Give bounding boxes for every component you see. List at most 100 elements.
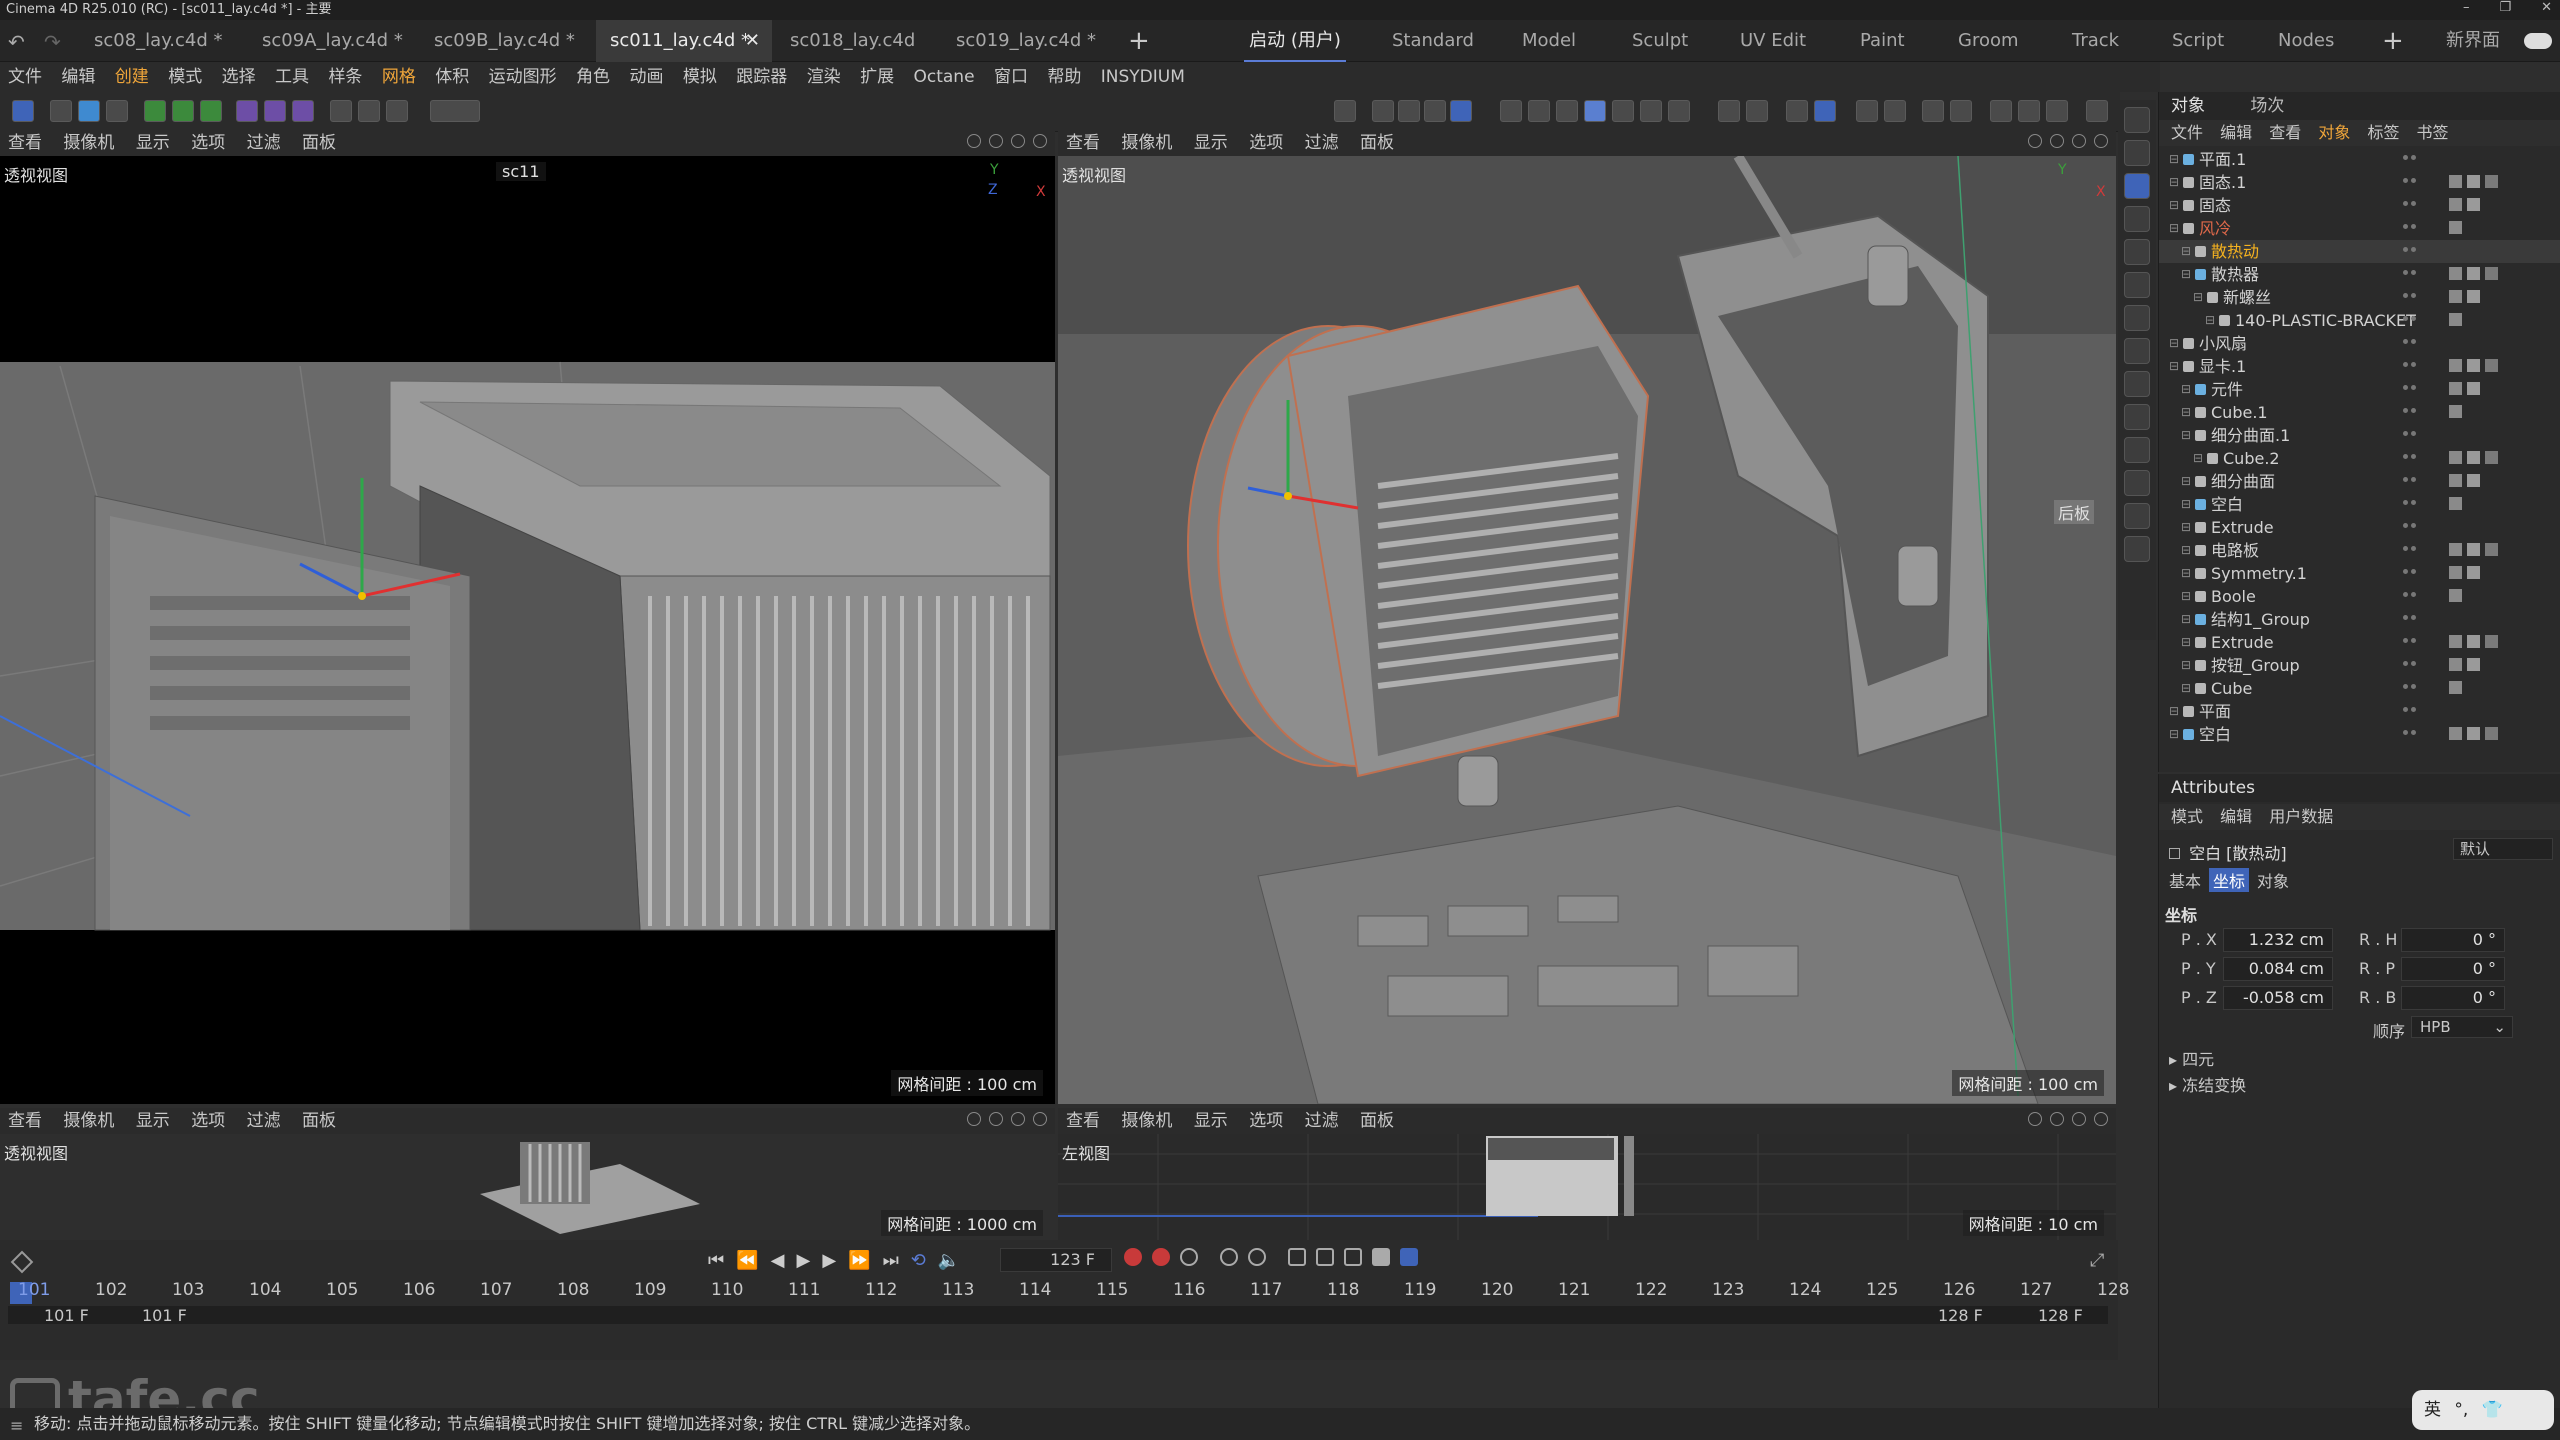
expand-icon[interactable]: ⊟ xyxy=(2181,585,2191,608)
preview-start-field[interactable]: 101 F xyxy=(142,1306,187,1325)
vp-menu-display[interactable]: 显示 xyxy=(1194,1111,1228,1131)
generator-icon[interactable] xyxy=(292,100,314,122)
status-menu-icon[interactable]: ≡ xyxy=(10,1416,23,1435)
file-tab[interactable]: sc019_lay.c4d * xyxy=(942,20,1112,62)
tag-icons[interactable] xyxy=(2449,198,2480,211)
tab-basic[interactable]: 基本 xyxy=(2165,868,2205,892)
layout-tab-model[interactable]: Model xyxy=(1522,20,1576,62)
visibility-dots[interactable] xyxy=(2403,155,2423,164)
viewport-top-right[interactable]: 查看 摄像机 显示 选项 过滤 面板 透视视图 后板 Y X 网格间距: 10… xyxy=(1058,130,2116,1104)
object-item[interactable]: ⊟ 细分曲面.1 xyxy=(2159,424,2560,447)
expand-icon[interactable]: ⊟ xyxy=(2181,240,2191,263)
expand-icon[interactable]: ⊟ xyxy=(2193,447,2203,470)
light-icon[interactable] xyxy=(386,100,408,122)
prev-frame-icon[interactable]: ◀ xyxy=(771,1250,785,1271)
vp-menu-filter[interactable]: 过滤 xyxy=(247,1111,281,1131)
loop-icon[interactable]: ⟲ xyxy=(911,1250,926,1271)
object-item[interactable]: ⊟ 平面.1 xyxy=(2159,148,2560,171)
expand-icon[interactable]: ⊟ xyxy=(2181,424,2191,447)
preview-end-field[interactable]: 128 F xyxy=(1938,1306,1983,1325)
measure-icon[interactable] xyxy=(2124,503,2150,529)
file-tab[interactable]: sc08_lay.c4d * xyxy=(80,20,240,62)
visibility-dots[interactable] xyxy=(2403,293,2423,302)
expand-icon[interactable]: ⊟ xyxy=(2169,171,2179,194)
viewport-bottom-left[interactable]: 查看 摄像机 显示 选项 过滤 面板 透视视图 网格间距 : 1000 cm xyxy=(0,1108,1055,1240)
sculpt-icon[interactable] xyxy=(2124,470,2150,496)
object-item[interactable]: ⊟ Extrude xyxy=(2159,631,2560,654)
visibility-dots[interactable] xyxy=(2403,592,2423,601)
scale-tool-icon[interactable] xyxy=(2124,239,2150,265)
object-item[interactable]: ⊟ 140-PLASTIC-BRACKET xyxy=(2159,309,2560,332)
lock-icon[interactable] xyxy=(1746,100,1768,122)
motion-icon[interactable] xyxy=(1220,1248,1238,1266)
layout-tab-standard[interactable]: Standard xyxy=(1392,20,1474,62)
edges-mode-icon[interactable] xyxy=(1528,100,1550,122)
workplane-icon[interactable] xyxy=(1668,100,1690,122)
current-frame-field[interactable]: 123 F xyxy=(1000,1248,1112,1272)
record-icon[interactable] xyxy=(1124,1248,1142,1266)
expand-icon[interactable]: ⊟ xyxy=(2181,378,2191,401)
expand-icon[interactable]: ⊟ xyxy=(2169,332,2179,355)
transform-icon[interactable] xyxy=(2124,140,2150,166)
expand-icon[interactable]: ⊟ xyxy=(2181,401,2191,424)
om-menu-object[interactable]: 对象 xyxy=(2318,123,2350,142)
vp-menu-filter[interactable]: 过滤 xyxy=(1305,133,1339,153)
tag-icons[interactable] xyxy=(2449,497,2462,510)
timeline-expand-icon[interactable]: ⤢ xyxy=(2090,1250,2104,1271)
menu-spline[interactable]: 样条 xyxy=(328,67,362,87)
add-tab-icon[interactable]: + xyxy=(1128,26,1150,56)
layout-tab-startup[interactable]: 启动 (用户) xyxy=(1244,20,1346,62)
expand-icon[interactable]: ⊟ xyxy=(2181,562,2191,585)
polygons-mode-icon[interactable] xyxy=(1556,100,1578,122)
range-slider[interactable] xyxy=(8,1306,2108,1324)
rp-field[interactable]: 0 ° xyxy=(2401,957,2505,981)
tag-icons[interactable] xyxy=(2449,313,2462,326)
coord-system-icon[interactable] xyxy=(1450,100,1472,122)
vp-menu-options[interactable]: 选项 xyxy=(191,1111,225,1131)
maximize-icon[interactable] xyxy=(1033,1112,1047,1126)
uv-mode-icon[interactable] xyxy=(1640,100,1662,122)
expand-icon[interactable]: ⊟ xyxy=(2205,309,2215,332)
object-item[interactable]: ⊟ Cube.2 xyxy=(2159,447,2560,470)
go-end-icon[interactable]: ⏭ xyxy=(883,1250,899,1271)
minimize-icon[interactable]: – xyxy=(2463,0,2470,20)
tag-icons[interactable] xyxy=(2449,543,2498,556)
expand-icon[interactable]: ⊟ xyxy=(2181,631,2191,654)
sound-icon[interactable]: 🔈 xyxy=(938,1250,960,1271)
spline-icon[interactable] xyxy=(264,100,286,122)
object-item[interactable]: ⊟ 空白 xyxy=(2159,493,2560,516)
attr-menu-mode[interactable]: 模式 xyxy=(2171,807,2203,826)
vp-menu-panel[interactable]: 面板 xyxy=(302,133,336,153)
sphere-icon[interactable] xyxy=(78,100,100,122)
add-layout-icon[interactable]: + xyxy=(2382,26,2404,56)
rotate-icon[interactable] xyxy=(2072,134,2086,148)
preset-select[interactable]: 默认 xyxy=(2453,838,2553,860)
expand-icon[interactable]: ⊟ xyxy=(2169,355,2179,378)
expand-icon[interactable]: ⊟ xyxy=(2169,194,2179,217)
text-tool-icon[interactable] xyxy=(106,100,128,122)
tag-icons[interactable] xyxy=(2449,175,2498,188)
object-item[interactable]: ⊟ 小风扇 xyxy=(2159,332,2560,355)
pan-icon[interactable] xyxy=(967,134,981,148)
move-icon[interactable] xyxy=(989,134,1003,148)
visibility-dots[interactable] xyxy=(2403,707,2423,716)
pan-icon[interactable] xyxy=(967,1112,981,1126)
param-key-icon[interactable] xyxy=(1372,1248,1390,1266)
object-item[interactable]: ⊟ 新螺丝 xyxy=(2159,286,2560,309)
object-item[interactable]: ⊟ 结构1_Group xyxy=(2159,608,2560,631)
vp-menu-view[interactable]: 查看 xyxy=(8,1111,42,1131)
select-tool-icon[interactable] xyxy=(12,100,34,122)
vp-menu-view[interactable]: 查看 xyxy=(1066,133,1100,153)
maximize-icon[interactable] xyxy=(2094,1112,2108,1126)
om-menu-view[interactable]: 查看 xyxy=(2269,123,2301,142)
layout-toggle[interactable] xyxy=(2524,33,2552,49)
camera-label[interactable]: sc11 xyxy=(496,162,546,181)
file-tab[interactable]: sc018_lay.c4d xyxy=(776,20,936,62)
pan-icon[interactable] xyxy=(2028,134,2042,148)
move-icon[interactable] xyxy=(2050,1112,2064,1126)
start-frame-field[interactable]: 101 F xyxy=(44,1306,89,1325)
rotate-tool-icon[interactable] xyxy=(2124,206,2150,232)
expand-icon[interactable]: ⊟ xyxy=(2181,539,2191,562)
object-item[interactable]: ⊟ 固态.1 xyxy=(2159,171,2560,194)
model-mode-icon[interactable] xyxy=(1584,100,1606,122)
